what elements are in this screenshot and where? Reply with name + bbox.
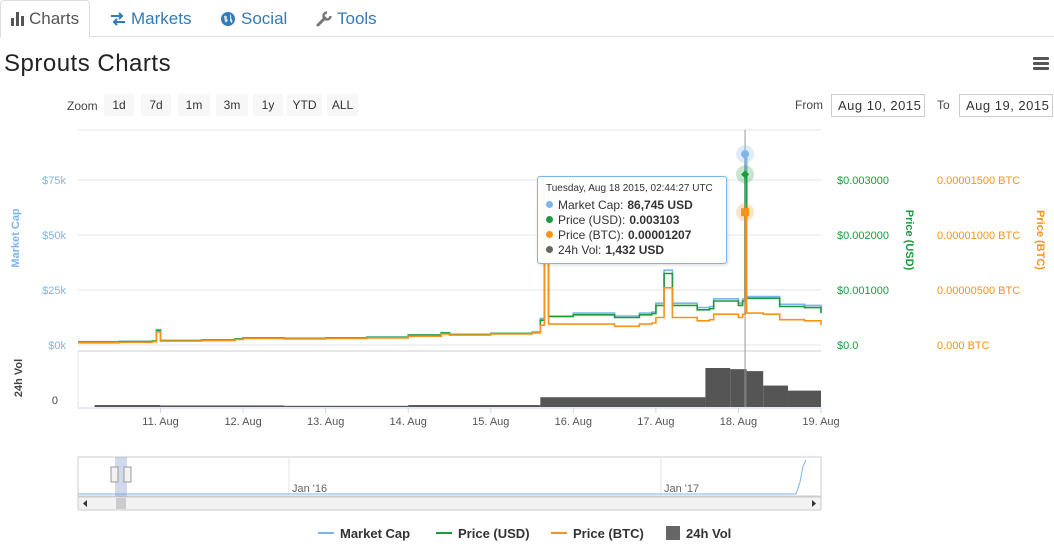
tooltip-label: Market Cap: — [558, 197, 624, 212]
volume-bar — [94, 405, 161, 407]
tooltip-label: 24h Vol: — [558, 242, 602, 257]
tooltip-value: 0.003103 — [629, 212, 680, 227]
volume-bar — [705, 368, 731, 407]
legend-label: Market Cap — [340, 525, 411, 541]
y-tick-market-cap: $50k — [42, 230, 66, 242]
chart-tooltip: Tuesday, Aug 18 2015, 02:44:27 UTC Marke… — [537, 176, 727, 264]
volume-bars — [94, 368, 821, 407]
tooltip-row-price-usd: Price (USD): 0.003103 — [546, 212, 718, 227]
volume-bar — [160, 405, 285, 407]
tooltip-header: Tuesday, Aug 18 2015, 02:44:27 UTC — [546, 183, 713, 194]
volume-dot-icon — [546, 246, 553, 253]
navigator-scrollbar — [77, 496, 822, 511]
volume-bar — [730, 369, 747, 407]
y-tick-price-btc: 0.000 BTC — [937, 340, 990, 352]
tooltip-label: Price (BTC): — [558, 227, 624, 242]
y-axis-title-price-usd: Price (USD) — [903, 210, 915, 271]
tooltip-value: 1,432 USD — [605, 242, 665, 257]
tooltip-row-market-cap: Market Cap: 86,745 USD — [546, 197, 718, 212]
volume-bar — [746, 371, 764, 407]
volume-bar — [408, 405, 541, 407]
x-tick-label: 18. Aug — [720, 416, 757, 428]
y-tick-price-usd: $0.0 — [837, 340, 858, 352]
y-tick-price-usd: $0.003000 — [837, 175, 889, 187]
y-tick-price-usd: $0.001000 — [837, 285, 889, 297]
price-chart[interactable]: $0k $25k $50k $75k $0.0 $0.001000 $0.002000 $0.… — [0, 0, 1054, 549]
legend-item-volume[interactable]: 24h Vol — [666, 524, 731, 542]
navigator: Jan '16 Jan '17 — [77, 456, 822, 511]
tooltip-value: 0.00001207 — [628, 227, 692, 242]
x-tick-label: 16. Aug — [555, 416, 592, 428]
x-tick-label: 17. Aug — [637, 416, 674, 428]
navigator-tick-label: Jan '16 — [292, 483, 327, 495]
x-tick-label: 12. Aug — [224, 416, 261, 428]
legend-label: 24h Vol — [686, 525, 732, 541]
market-cap-dot-icon — [546, 201, 553, 208]
market-cap-marker — [741, 150, 750, 159]
chart-axes: $0k $25k $50k $75k $0.0 $0.001000 $0.002000 $0.… — [10, 175, 1046, 428]
tooltip-row-price-btc: Price (BTC): 0.00001207 — [546, 227, 718, 242]
navigator-handle-left — [110, 466, 119, 483]
navigator-frame — [77, 456, 822, 497]
x-tick-label: 14. Aug — [390, 416, 427, 428]
price-btc-marker — [741, 208, 750, 217]
legend-price-btc-swatch — [551, 532, 567, 534]
y-tick-market-cap: $0k — [48, 340, 66, 352]
y-tick-price-usd: $0.002000 — [837, 230, 889, 242]
volume-bar — [540, 397, 706, 407]
volume-bar — [787, 390, 821, 407]
tooltip-value: 86,745 USD — [627, 197, 693, 212]
hover-markers — [736, 130, 755, 407]
legend-volume-swatch — [666, 526, 680, 540]
legend-price-usd-swatch — [436, 532, 452, 534]
volume-bar — [284, 405, 409, 407]
x-tick-label: 13. Aug — [307, 416, 344, 428]
navigator-handle-right — [123, 466, 132, 483]
y-tick-price-btc: 0.00001000 BTC — [937, 230, 1020, 242]
y-tick-price-btc: 0.00000500 BTC — [937, 285, 1020, 297]
navigator-tick-label: Jan '17 — [664, 483, 699, 495]
legend-label: Price (USD) — [458, 525, 530, 541]
y-tick-market-cap: $25k — [42, 285, 66, 297]
y-tick-market-cap: $75k — [42, 175, 66, 187]
volume-bar — [763, 385, 788, 407]
legend-item-market-cap[interactable]: Market Cap — [318, 524, 410, 542]
y-tick-volume: 0 — [52, 395, 58, 407]
price-usd-dot-icon — [546, 216, 553, 223]
legend-label: Price (BTC) — [573, 525, 644, 541]
tooltip-row-volume: 24h Vol: 1,432 USD — [546, 242, 718, 257]
x-tick-label: 15. Aug — [472, 416, 509, 428]
tooltip-label: Price (USD): — [558, 212, 626, 227]
y-axis-title-price-btc: Price (BTC) — [1034, 210, 1046, 270]
navigator-scrollbar-thumb — [116, 498, 126, 509]
y-tick-price-btc: 0.00001500 BTC — [937, 175, 1020, 187]
y-axis-title-volume: 24h Vol — [13, 359, 25, 397]
legend-market-cap-swatch — [318, 532, 334, 534]
price-btc-dot-icon — [546, 231, 553, 238]
legend-item-price-usd[interactable]: Price (USD) — [436, 524, 530, 542]
x-tick-label: 11. Aug — [142, 416, 179, 428]
legend-item-price-btc[interactable]: Price (BTC) — [551, 524, 644, 542]
y-axis-title-market-cap: Market Cap — [10, 208, 22, 268]
x-tick-label: 19. Aug — [802, 416, 839, 428]
